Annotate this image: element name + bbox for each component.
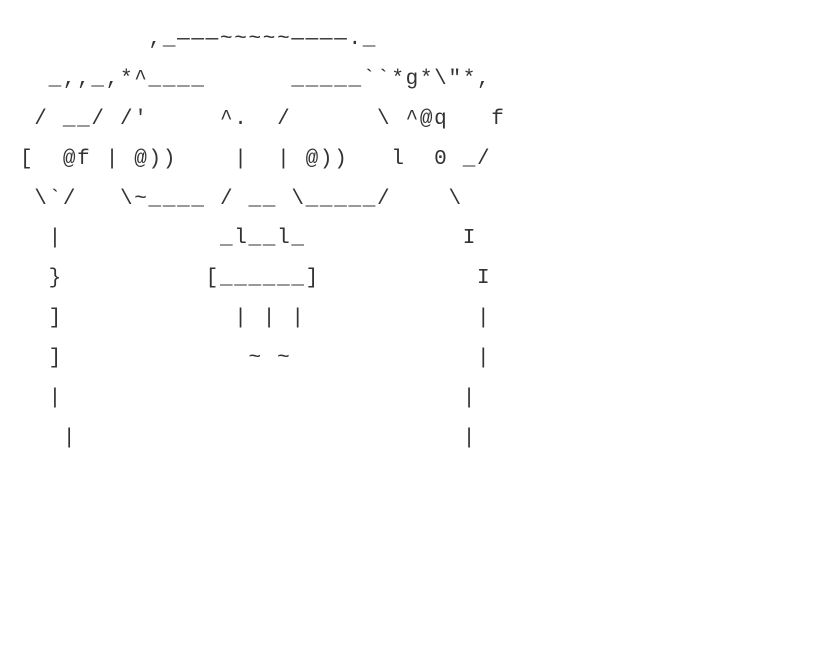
ascii-line-4: \`/ \~____ / __ \_____/ \ <box>20 188 463 211</box>
ascii-line-6: } [______] I <box>20 267 491 290</box>
ascii-line-9: | | <box>20 387 477 410</box>
ascii-line-3: [ @f | @)) | | @)) l 0 _/ <box>20 148 491 171</box>
ascii-line-1: _,,_,*^____ _____``*g*\"*, <box>20 68 491 91</box>
ascii-art-display: ,_———~~~~~————._ _,,_,*^____ _____``*g*\… <box>20 20 804 459</box>
ascii-line-5: | _l__l_ I <box>20 227 477 250</box>
ascii-line-0: ,_———~~~~~————._ <box>20 28 377 51</box>
ascii-line-7: ] | | | | <box>20 307 491 330</box>
ascii-line-8: ] ~ ~ | <box>20 347 491 370</box>
ascii-line-2: / __/ /' ^. / \ ^@q f <box>20 108 506 131</box>
ascii-line-10: | | <box>20 427 477 450</box>
